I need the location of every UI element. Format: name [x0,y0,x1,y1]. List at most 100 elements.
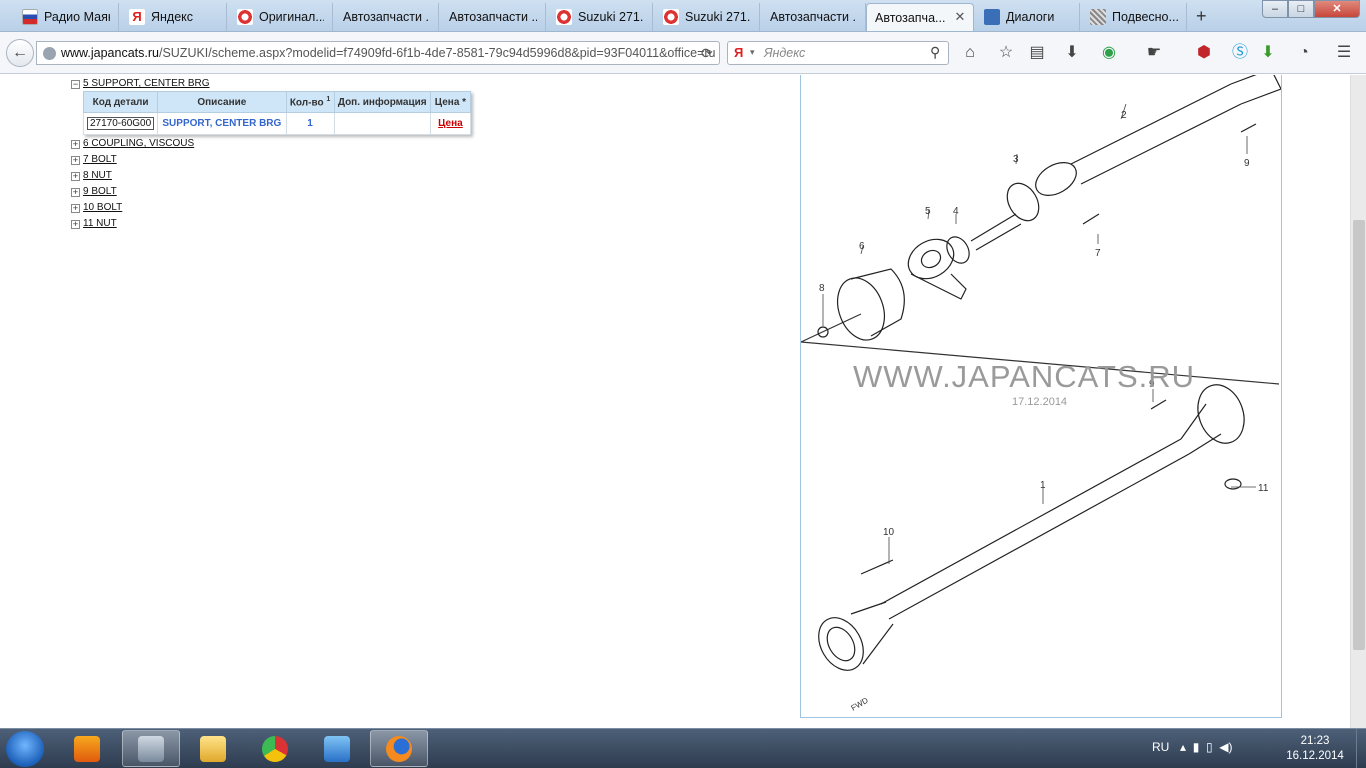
tree-item-8[interactable]: +8 NUT [71,170,112,181]
japancats-icon [237,9,253,25]
reload-icon[interactable]: ⟳ [701,45,713,62]
part-qty-cell: 1 [285,112,335,135]
tree-item-10[interactable]: +10 BOLT [71,202,122,213]
diagram-date: 17.12.2014 [1012,396,1068,408]
download-icon[interactable]: ⬇ [1062,43,1082,63]
taskbar-chrome[interactable] [246,730,304,767]
battery-icon[interactable]: ▯ [1206,740,1213,754]
vertical-scrollbar[interactable] [1350,75,1366,728]
price-link[interactable]: Цена [438,118,463,129]
callout-11: 11 [1258,483,1269,494]
expand-icon[interactable]: + [71,204,80,213]
callout-10: 10 [883,527,895,538]
expand-icon[interactable]: + [71,220,80,229]
navigation-bar: ← www.japancats.ru/SUZUKI/scheme.aspx?mo… [0,32,1366,74]
callout-7: 7 [1095,248,1101,259]
close-button[interactable]: ✕ [1314,0,1360,18]
adblock-icon[interactable]: ⬢ [1194,43,1214,63]
yandex-logo-icon: Я [734,45,744,60]
part-description-cell: SUPPORT, CENTER BRG [157,112,287,135]
maximize-button[interactable]: □ [1288,0,1314,18]
taskbar-firefox[interactable] [370,730,428,767]
callout-3: 3 [1013,154,1019,165]
tree-item-6[interactable]: +6 COUPLING, VISCOUS [71,138,194,149]
skype-icon[interactable]: Ⓢ [1230,43,1250,63]
close-tab-icon[interactable]: ✕ [953,10,967,24]
col-header-description: Описание [157,91,287,113]
parts-diagram[interactable]: 2 3 5 4 6 8 7 9 9 1 10 11 FWD WWW.JAPANC… [800,75,1282,718]
tab-autoparts-2[interactable]: Автозапчасти ... [441,3,546,31]
spring-icon [1090,9,1106,25]
tab-podvesno[interactable]: Подвесно... [1082,3,1187,31]
expand-icon[interactable]: + [71,172,80,181]
parts-table: Код детали Описание Кол-во 1 Доп. информ… [82,91,472,135]
network-icon[interactable]: ▮ [1193,740,1200,754]
chevron-down-icon[interactable]: ▾ [750,47,755,58]
globe-icon [43,47,56,60]
volume-icon[interactable]: ◀) [1219,740,1232,754]
col-header-qty: Кол-во 1 [285,91,335,113]
hand-pointer-icon[interactable]: ☛ [1144,43,1164,63]
language-indicator[interactable]: RU [1152,740,1169,754]
tab-suzuki-1[interactable]: Suzuki 271... [548,3,653,31]
expand-icon[interactable]: + [71,156,80,165]
callout-6: 6 [859,241,865,252]
search-input[interactable]: Я ▾ Яндекс ⚲ [727,41,949,65]
minimize-button[interactable]: – [1262,0,1288,18]
yandex-icon: Я [129,9,145,25]
tray-arrow-icon[interactable]: ▴ [1180,740,1186,754]
taskbar-calculator[interactable] [122,730,180,767]
tab-autoparts-1[interactable]: Автозапчасти ... [335,3,439,31]
taskbar: RU ▴ ▮ ▯ ◀) 21:23 16.12.2014 [0,728,1366,768]
dialog-icon [984,9,1000,25]
search-icon[interactable]: ⚲ [930,44,940,61]
callout-8: 8 [819,283,825,294]
tree-item-11[interactable]: +11 NUT [71,218,117,229]
tab-dialogs[interactable]: Диалоги [976,3,1080,31]
new-tab-icon[interactable]: + [1196,6,1207,27]
col-header-code: Код детали [82,91,159,113]
expand-icon[interactable]: + [71,140,80,149]
page-content: −5 SUPPORT, CENTER BRG Код детали Описан… [0,75,1350,728]
expand-icon[interactable]: + [71,188,80,197]
menu-icon[interactable]: ☰ [1334,43,1354,63]
home-icon[interactable]: ⌂ [960,43,980,63]
tab-yandex[interactable]: Я Яндекс [121,3,227,31]
japancats-icon [663,9,679,25]
history-icon[interactable]: ◔ [1294,43,1314,63]
tab-autoparts-active[interactable]: Автозапча... ✕ [866,3,974,31]
tree-item-9[interactable]: +9 BOLT [71,186,117,197]
bookmark-star-icon[interactable]: ☆ [996,43,1016,63]
part-info-cell [333,112,431,135]
tab-radio-mayak[interactable]: Радио Маяк [14,3,119,31]
callout-4: 4 [953,206,959,217]
back-arrow-icon[interactable]: ← [6,39,34,67]
address-bar[interactable]: www.japancats.ru/SUZUKI/scheme.aspx?mode… [36,41,720,65]
tree-item-expanded[interactable]: −5 SUPPORT, CENTER BRG [71,78,210,89]
tree-item-7[interactable]: +7 BOLT [71,154,117,165]
callout-9-upper: 9 [1244,158,1250,169]
reading-list-icon[interactable]: ▤ [1027,43,1047,63]
part-price-cell: Цена [429,112,472,135]
taskbar-explorer[interactable] [184,730,242,767]
clock[interactable]: 21:23 16.12.2014 [1280,734,1350,764]
green-download-icon[interactable]: ⬇ [1258,43,1278,63]
windows-start-icon[interactable] [6,731,44,767]
scrollbar-thumb[interactable] [1353,220,1365,650]
table-row: 27170-60G00 SUPPORT, CENTER BRG 1 Цена [82,112,472,135]
tab-original[interactable]: Оригинал... [229,3,333,31]
taskbar-media-player[interactable] [58,730,116,767]
japancats-icon [556,9,572,25]
tab-autoparts-3[interactable]: Автозапчасти ... [762,3,866,31]
callout-2: 2 [1121,110,1127,121]
system-tray[interactable]: ▴ ▮ ▯ ◀) [1180,740,1233,754]
show-desktop-button[interactable] [1356,729,1366,768]
collapse-icon[interactable]: − [71,80,80,89]
calculator-icon [138,735,164,762]
part-code-cell[interactable]: 27170-60G00 [82,112,159,135]
extension-circle-icon[interactable]: ◉ [1099,43,1119,63]
col-header-price: Цена * [429,91,472,113]
media-player-icon [74,735,100,762]
tab-suzuki-2[interactable]: Suzuki 271... [655,3,760,31]
taskbar-audio[interactable] [308,730,366,767]
